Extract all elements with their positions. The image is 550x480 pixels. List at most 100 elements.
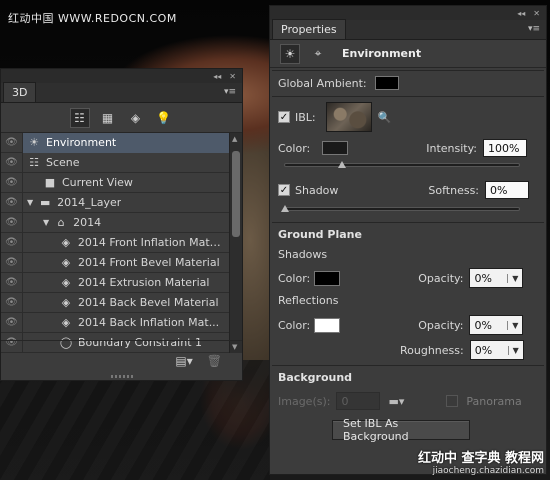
chevron-down-icon: ▼: [507, 320, 518, 330]
ibl-color-swatch[interactable]: [322, 141, 349, 155]
delete-icon[interactable]: 🗑: [207, 354, 222, 368]
ground-plane-title: Ground Plane: [278, 228, 362, 241]
softness-slider[interactable]: [281, 205, 520, 212]
visibility-eye-icon[interactable]: 👁: [1, 312, 23, 333]
visibility-eye-icon[interactable]: 👁: [1, 212, 23, 233]
layer-type-icon: ⌂: [57, 216, 65, 229]
panel-menu-icon[interactable]: ▾≡: [224, 87, 236, 97]
layer-type-icon: ◈: [61, 296, 71, 309]
material-filter-icon[interactable]: ◈: [126, 108, 146, 128]
coordinates-icon[interactable]: ⌖: [308, 44, 328, 64]
layer-row[interactable]: 👁 ◈ 2014 Front Inflation Mate...: [1, 232, 242, 253]
reflections-label: Reflections: [278, 294, 339, 307]
scroll-thumb[interactable]: [232, 151, 240, 237]
layer-row[interactable]: 👁 ◈ 2014 Back Inflation Mat...: [1, 312, 242, 333]
ibl-color-row: Color: Intensity: 100%: [278, 139, 546, 157]
layer-row-label: Scene: [46, 156, 80, 169]
layer-row[interactable]: 👁 ☀ Environment: [1, 133, 242, 153]
close-icon[interactable]: ✕: [229, 72, 236, 81]
collapse-icon[interactable]: ◂◂: [213, 72, 221, 81]
layer-row-body[interactable]: ◈ 2014 Front Inflation Mate...: [23, 233, 229, 253]
watermark-bottom: 红动中 查字典 教程网 jiaocheng.chazidian.com: [418, 447, 544, 476]
reflections-color-swatch[interactable]: [314, 317, 341, 333]
light-filter-icon[interactable]: 💡: [154, 108, 174, 128]
layer-row[interactable]: 👁 ▼ ▬ 2014_Layer: [1, 192, 242, 213]
chevron-down-icon: ▼: [507, 273, 518, 283]
shadows-opacity-dropdown[interactable]: 0% ▼: [469, 268, 524, 288]
tab-3d[interactable]: 3D: [3, 82, 37, 102]
reflections-opacity-value: 0%: [474, 318, 492, 332]
layer-row-body[interactable]: ◈ 2014 Extrusion Material: [23, 273, 229, 293]
layer-row-body[interactable]: ▼ ▬ 2014_Layer: [23, 193, 229, 213]
layer-row-label: Current View: [62, 176, 133, 189]
visibility-eye-icon[interactable]: 👁: [1, 292, 23, 313]
visibility-eye-icon[interactable]: 👁: [1, 272, 23, 293]
intensity-slider[interactable]: [284, 161, 520, 168]
close-icon[interactable]: ✕: [533, 9, 540, 18]
set-ibl-as-background-button[interactable]: Set IBL As Background: [332, 417, 470, 443]
panel-props-tabbar: Properties ▾≡: [270, 19, 546, 40]
watermark-bottom-sub: jiaocheng.chazidian.com: [432, 466, 544, 476]
edit-texture-icon[interactable]: 🔍: [378, 111, 392, 124]
divider: [272, 365, 544, 366]
layer-row[interactable]: 👁 ◈ 2014 Back Bevel Material: [1, 292, 242, 313]
tab-properties[interactable]: Properties: [272, 19, 346, 39]
visibility-eye-icon[interactable]: 👁: [1, 252, 23, 273]
expand-toggle-icon[interactable]: ▼: [43, 218, 49, 227]
panel-menu-icon[interactable]: ▾≡: [528, 24, 540, 34]
slider-knob[interactable]: [281, 205, 289, 212]
visibility-eye-icon[interactable]: 👁: [1, 172, 23, 193]
layer-row-label: 2014 Back Inflation Mat...: [78, 316, 220, 329]
new-object-icon[interactable]: ▤▾: [175, 354, 192, 368]
layer-row-body[interactable]: ☷ Scene: [23, 153, 229, 173]
shadows-color-swatch[interactable]: [314, 270, 341, 286]
images-input[interactable]: 0: [336, 392, 381, 410]
intensity-input[interactable]: 100%: [483, 139, 528, 157]
environment-icon[interactable]: ☀: [280, 43, 300, 64]
visibility-eye-icon[interactable]: 👁: [1, 192, 23, 213]
resize-grip[interactable]: [111, 375, 135, 378]
layer-row-body[interactable]: ■ Current View: [23, 173, 229, 193]
scene-filter-icon[interactable]: ☷: [69, 107, 90, 128]
shadows-opacity-value: 0%: [474, 271, 492, 285]
visibility-eye-icon[interactable]: 👁: [1, 133, 23, 153]
layer-row[interactable]: 👁 ◈ 2014 Extrusion Material: [1, 272, 242, 293]
mesh-filter-icon[interactable]: ▦: [98, 108, 118, 128]
chevron-down-icon: ▼: [507, 345, 519, 355]
layer-row-label: 2014 Front Inflation Mate...: [77, 236, 225, 249]
layer-row-body[interactable]: ☀ Environment: [23, 133, 229, 153]
layer-row[interactable]: 👁 ◈ 2014 Front Bevel Material: [1, 252, 242, 273]
roughness-row: Roughness: 0% ▼: [400, 340, 546, 360]
collapse-icon[interactable]: ◂◂: [517, 9, 525, 18]
layer-row-body[interactable]: ◈ 2014 Front Bevel Material: [23, 253, 229, 273]
folder-icon[interactable]: ▬▾: [388, 395, 404, 408]
slider-knob[interactable]: [337, 161, 346, 168]
global-ambient-swatch[interactable]: [374, 76, 399, 90]
layer-row[interactable]: 👁 ☷ Scene: [1, 152, 242, 173]
layer-type-icon: ■: [44, 176, 56, 189]
expand-toggle-icon[interactable]: ▼: [27, 198, 33, 207]
layer-row[interactable]: 👁 ■ Current View: [1, 172, 242, 193]
visibility-eye-icon[interactable]: 👁: [1, 232, 23, 253]
panorama-checkbox[interactable]: [446, 395, 459, 407]
layer-type-icon: ☷: [29, 156, 39, 169]
shadows-label: Shadows: [278, 248, 328, 261]
layer-row-body[interactable]: ◈ 2014 Back Bevel Material: [23, 293, 229, 313]
images-label: Image(s):: [278, 394, 331, 408]
layer-row-body[interactable]: ▼ ⌂ 2014: [23, 213, 229, 233]
scroll-up-icon[interactable]: ▲: [232, 135, 237, 143]
reflections-opacity-dropdown[interactable]: 0% ▼: [469, 315, 524, 335]
layer-row-body[interactable]: ◈ 2014 Back Inflation Mat...: [23, 313, 229, 333]
ibl-checkbox[interactable]: ✓: [278, 111, 290, 123]
ibl-texture-thumbnail[interactable]: [325, 102, 372, 132]
layer-type-icon: ◈: [61, 276, 71, 289]
layer-type-icon: ◈: [61, 236, 71, 249]
shadows-color-row: Color: Opacity: 0% ▼: [278, 268, 546, 288]
layer-list-scrollbar[interactable]: ▲ ▼: [229, 133, 242, 353]
layer-row[interactable]: 👁 ▼ ⌂ 2014: [1, 212, 242, 233]
roughness-dropdown[interactable]: 0% ▼: [469, 340, 524, 360]
layer-row-label: 2014_Layer: [57, 196, 122, 209]
visibility-eye-icon[interactable]: 👁: [1, 152, 23, 173]
shadow-checkbox[interactable]: ✓: [278, 184, 290, 196]
softness-input[interactable]: 0%: [485, 181, 530, 199]
